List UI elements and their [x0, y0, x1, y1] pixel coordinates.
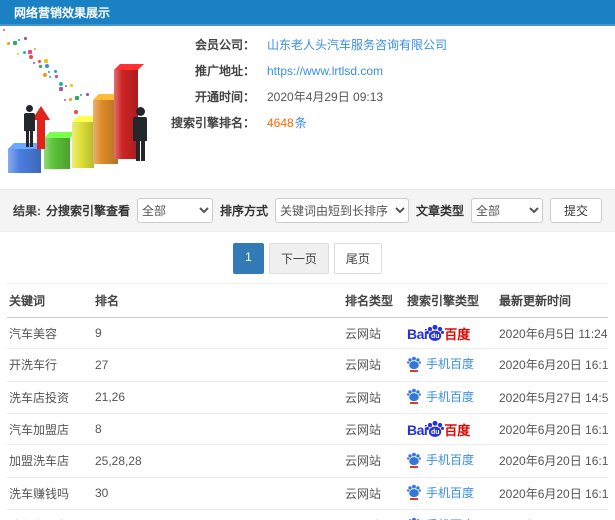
table-row[interactable]: 加盟洗车店 25,28,28 云网站 手机百度 2020年6月20日 16:11 — [7, 444, 608, 478]
engine-cell: 手机百度 — [405, 381, 497, 414]
engine-cell: 手机百度 — [405, 348, 497, 382]
rank-type-cell: 云网站 — [343, 413, 405, 445]
mobile-baidu-paw-icon — [407, 388, 421, 404]
updated-cell: 2020年5月27日 14:58 — [497, 381, 608, 414]
opened-value: 2020年4月29日 09:13 — [267, 90, 384, 104]
table-row[interactable]: 洗车店利润 30 云网站 手机百度 2020年6月18日 14:27 — [7, 509, 608, 520]
engine-cell: Bai du 百度 — [405, 413, 497, 445]
engine-filter-label: 分搜索引擎查看 — [45, 204, 130, 218]
opened-label: 开通时间： — [194, 90, 255, 104]
updated-cell: 2020年6月20日 16:11 — [497, 444, 608, 478]
submit-button[interactable]: 提交 — [549, 198, 602, 223]
table-row[interactable]: 开洗车行 27 云网站 手机百度 2020年6月20日 16:16 — [7, 348, 608, 382]
promotion-url-link[interactable]: https://www.lrtlsd.com — [267, 62, 383, 80]
pagination: 1 下一页 尾页 — [0, 243, 615, 274]
company-link[interactable]: 山东老人头汽车服务咨询有限公司 — [267, 36, 447, 54]
mobile-baidu-logo: 手机百度 — [407, 355, 474, 372]
url-label: 推广地址： — [194, 64, 255, 78]
page-title: 网络营销效果展示 — [14, 5, 111, 20]
updated-cell: 2020年6月20日 16:16 — [497, 348, 608, 382]
filter-controls: 分搜索引擎查看 全部 排序方式 关键词由短到长排序 文章类型 全部 提交 — [46, 198, 602, 223]
rank-cell[interactable]: 30 — [93, 477, 343, 510]
baidu-logo: Bai du 百度 — [407, 324, 471, 342]
baidu-paw-icon: du — [426, 420, 445, 438]
keyword-cell: 汽车加盟店 — [7, 413, 93, 445]
rank-type-cell: 云网站 — [343, 509, 405, 520]
rank-cell[interactable]: 8 — [93, 413, 343, 445]
table-body: 汽车美容 9 云网站 Bai du 百度 2020年6月5日 11:24 开洗车行 … — [7, 317, 608, 520]
rank-cell[interactable]: 21,26 — [93, 381, 343, 414]
engine-filter-select[interactable]: 全部 — [136, 198, 213, 223]
mobile-baidu-paw-icon — [407, 452, 421, 468]
rank-cell[interactable]: 30 — [93, 509, 343, 520]
mobile-baidu-paw-icon — [407, 484, 421, 500]
rank-type-cell: 云网站 — [343, 381, 405, 414]
table-row[interactable]: 洗车店投资 21,26 云网站 手机百度 2020年5月27日 14:58 — [7, 381, 608, 414]
engine-rank-value: 4648条 — [267, 114, 307, 132]
info-row-company: 会员公司： 山东老人头汽车服务咨询有限公司 — [165, 36, 615, 54]
mobile-baidu-logo: 手机百度 — [407, 388, 474, 405]
updated-cell: 2020年6月18日 14:27 — [497, 509, 608, 520]
column-header-engine-type: 搜索引擎类型 — [405, 283, 497, 318]
article-type-select[interactable]: 全部 — [470, 198, 543, 223]
table-row[interactable]: 洗车赚钱吗 30 云网站 手机百度 2020年6月20日 16:12 — [7, 477, 608, 510]
next-page-button[interactable]: 下一页 — [268, 243, 329, 274]
engine-cell: Bai du 百度 — [405, 317, 497, 349]
filter-bar: 结果: 分搜索引擎查看 全部 排序方式 关键词由短到长排序 文章类型 全部 提交 — [0, 189, 615, 232]
rank-unit: 条 — [294, 116, 307, 130]
company-label: 会员公司： — [194, 38, 255, 52]
column-header-keyword: 关键词 — [7, 283, 93, 318]
rank-type-cell: 云网站 — [343, 317, 405, 349]
keyword-cell: 洗车店利润 — [7, 509, 93, 520]
engine-cell: 手机百度 — [405, 477, 497, 510]
keyword-cell: 开洗车行 — [7, 348, 93, 382]
column-header-rank-type: 排名类型 — [343, 283, 405, 318]
updated-cell: 2020年6月20日 16:12 — [497, 413, 608, 445]
rank-cell[interactable]: 27 — [93, 348, 343, 382]
info-row-url: 推广地址： https://www.lrtlsd.com — [165, 62, 615, 80]
rank-cell[interactable]: 25,28,28 — [93, 444, 343, 478]
engine-rank-label: 搜索引擎排名： — [170, 116, 255, 130]
mobile-baidu-logo: 手机百度 — [407, 451, 474, 468]
column-header-updated: 最新更新时间 — [497, 283, 608, 318]
keyword-cell: 洗车店投资 — [7, 381, 93, 414]
engine-cell: 手机百度 — [405, 509, 497, 520]
info-row-rank: 搜索引擎排名： 4648条 — [165, 114, 615, 132]
page-button-1[interactable]: 1 — [233, 243, 264, 274]
keyword-cell: 汽车美容 — [7, 317, 93, 349]
page: 网络营销效果展示 会员公司： 山东老人头汽车服务咨询有限公司 推广地址： htt… — [0, 0, 615, 520]
updated-cell: 2020年6月20日 16:12 — [497, 477, 608, 510]
article-type-label: 文章类型 — [415, 204, 464, 218]
keyword-cell: 洗车赚钱吗 — [7, 477, 93, 510]
table-row[interactable]: 汽车美容 9 云网站 Bai du 百度 2020年6月5日 11:24 — [7, 317, 608, 349]
rank-type-cell: 云网站 — [343, 477, 405, 510]
header-bar: 网络营销效果展示 — [0, 0, 615, 26]
member-info-list: 会员公司： 山东老人头汽车服务咨询有限公司 推广地址： https://www.… — [165, 26, 615, 189]
rank-type-cell: 云网站 — [343, 348, 405, 382]
column-header-rank: 排名 — [93, 283, 343, 318]
engine-cell: 手机百度 — [405, 444, 497, 478]
mobile-baidu-paw-icon — [407, 517, 421, 520]
rank-cell[interactable]: 9 — [93, 317, 343, 349]
mobile-baidu-logo: 手机百度 — [407, 484, 474, 501]
info-row-opened: 开通时间： 2020年4月29日 09:13 — [165, 88, 615, 106]
keyword-cell: 加盟洗车店 — [7, 444, 93, 478]
rank-count: 4648 — [267, 116, 294, 130]
bar-chart-illustration — [0, 26, 165, 186]
baidu-logo: Bai du 百度 — [407, 420, 471, 438]
results-label: 结果: — [13, 204, 41, 218]
last-page-button[interactable]: 尾页 — [333, 243, 382, 274]
sort-filter-label: 排序方式 — [219, 204, 268, 218]
baidu-paw-icon: du — [426, 324, 445, 342]
updated-cell: 2020年6月5日 11:24 — [497, 317, 608, 349]
results-table: 关键词 排名 排名类型 搜索引擎类型 最新更新时间 汽车美容 9 云网站 Bai… — [7, 283, 608, 520]
table-header: 关键词 排名 排名类型 搜索引擎类型 最新更新时间 — [7, 283, 608, 318]
mobile-baidu-paw-icon — [407, 356, 421, 372]
mobile-baidu-logo: 手机百度 — [407, 516, 474, 520]
sort-filter-select[interactable]: 关键词由短到长排序 — [274, 198, 409, 223]
rank-type-cell: 云网站 — [343, 444, 405, 478]
info-section: 会员公司： 山东老人头汽车服务咨询有限公司 推广地址： https://www.… — [0, 26, 615, 189]
table-row[interactable]: 汽车加盟店 8 云网站 Bai du 百度 2020年6月20日 16:12 — [7, 413, 608, 445]
